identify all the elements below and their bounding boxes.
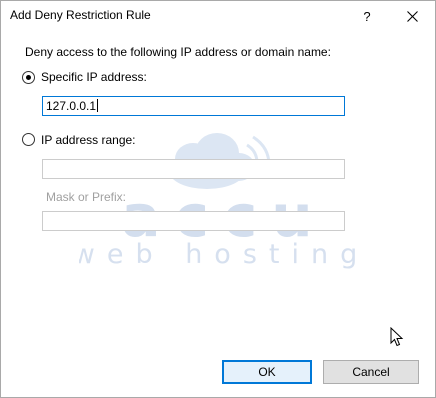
dialog-content: Deny access to the following IP address … <box>1 31 435 366</box>
mask-prefix-input[interactable] <box>42 211 345 231</box>
add-deny-restriction-rule-dialog: Add Deny Restriction Rule ? web hosting … <box>0 0 436 398</box>
specific-ip-label: Specific IP address: <box>41 70 147 84</box>
dialog-title: Add Deny Restriction Rule <box>10 8 151 22</box>
cancel-button[interactable]: Cancel <box>323 360 419 384</box>
title-bar: Add Deny Restriction Rule ? <box>1 1 435 31</box>
specific-ip-value: 127.0.0.1 <box>46 99 97 113</box>
specific-ip-radio[interactable] <box>22 71 35 84</box>
mouse-pointer-icon <box>390 327 404 347</box>
ip-range-label: IP address range: <box>41 133 136 147</box>
deny-access-prompt: Deny access to the following IP address … <box>25 45 331 59</box>
specific-ip-input[interactable]: 127.0.0.1 <box>42 96 345 116</box>
ip-range-radio[interactable] <box>22 133 35 146</box>
text-caret <box>97 99 99 112</box>
close-icon <box>406 10 418 22</box>
ok-button[interactable]: OK <box>222 360 312 384</box>
help-icon: ? <box>363 8 371 24</box>
help-button[interactable]: ? <box>345 1 389 31</box>
close-button[interactable] <box>390 1 434 31</box>
mask-prefix-label: Mask or Prefix: <box>46 190 127 204</box>
ip-range-input[interactable] <box>42 159 345 179</box>
